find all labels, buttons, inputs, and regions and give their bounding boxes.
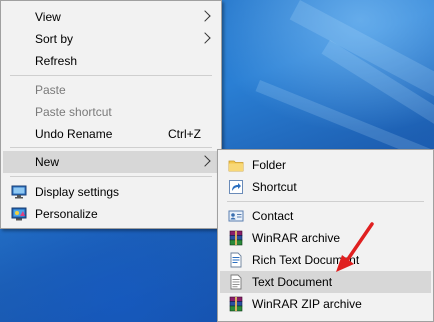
menu-item-label: Shortcut [252, 180, 297, 194]
menu-item-label: Personalize [35, 207, 98, 221]
menu-item-paste: Paste [3, 79, 219, 101]
submenu-item-contact[interactable]: Contact [220, 205, 431, 227]
menu-item-label: New [35, 155, 60, 169]
text-document-icon [228, 274, 244, 290]
contact-icon [228, 208, 244, 224]
menu-item-personalize[interactable]: Personalize [3, 203, 219, 225]
menu-separator [10, 147, 212, 148]
keyboard-shortcut: Ctrl+Z [168, 127, 201, 141]
menu-item-label: Undo Rename [35, 127, 113, 141]
menu-separator [227, 201, 424, 202]
menu-item-label: View [35, 10, 61, 24]
red-arrow-annotation-icon [336, 222, 374, 272]
menu-item-view[interactable]: View [3, 6, 219, 28]
submenu-item-folder[interactable]: Folder [220, 154, 431, 176]
submenu-item-winrar-archive[interactable]: WinRAR archive [220, 227, 431, 249]
menu-item-new[interactable]: New [3, 151, 219, 173]
menu-separator [10, 75, 212, 76]
display-settings-icon [11, 184, 27, 200]
submenu-item-rich-text-document[interactable]: Rich Text Document [220, 249, 431, 271]
menu-item-label: Contact [252, 209, 294, 223]
menu-item-display-settings[interactable]: Display settings [3, 181, 219, 203]
submenu-item-shortcut[interactable]: Shortcut [220, 176, 431, 198]
menu-item-label: Paste shortcut [35, 105, 112, 119]
menu-item-undo-rename[interactable]: Undo Rename Ctrl+Z [3, 123, 219, 145]
menu-item-label: Sort by [35, 32, 74, 46]
menu-item-sort-by[interactable]: Sort by [3, 28, 219, 50]
menu-item-label: Text Document [252, 275, 333, 289]
submenu-item-text-document[interactable]: Text Document [220, 271, 431, 293]
menu-item-label: WinRAR archive [252, 231, 341, 245]
shortcut-icon [228, 179, 244, 195]
folder-icon [228, 157, 244, 173]
desktop-context-menu: View Sort by Refresh Paste Paste shortcu… [0, 0, 222, 229]
chevron-right-icon [199, 155, 211, 167]
personalize-icon [11, 206, 27, 222]
menu-item-label: Display settings [35, 185, 120, 199]
winrar-archive-icon [228, 230, 244, 246]
menu-item-label: Folder [252, 158, 287, 172]
winrar-zip-icon [228, 296, 244, 312]
menu-separator [10, 176, 212, 177]
new-submenu: Folder Shortcut Contact WinRAR archive R… [217, 149, 434, 322]
submenu-item-winrar-zip-archive[interactable]: WinRAR ZIP archive [220, 293, 431, 315]
chevron-right-icon [199, 10, 211, 22]
rich-text-document-icon [228, 252, 244, 268]
menu-item-paste-shortcut: Paste shortcut [3, 101, 219, 123]
menu-item-refresh[interactable]: Refresh [3, 50, 219, 72]
menu-item-label: Paste [35, 83, 66, 97]
chevron-right-icon [199, 32, 211, 44]
menu-item-label: Refresh [35, 54, 78, 68]
menu-item-label: WinRAR ZIP archive [252, 297, 362, 311]
